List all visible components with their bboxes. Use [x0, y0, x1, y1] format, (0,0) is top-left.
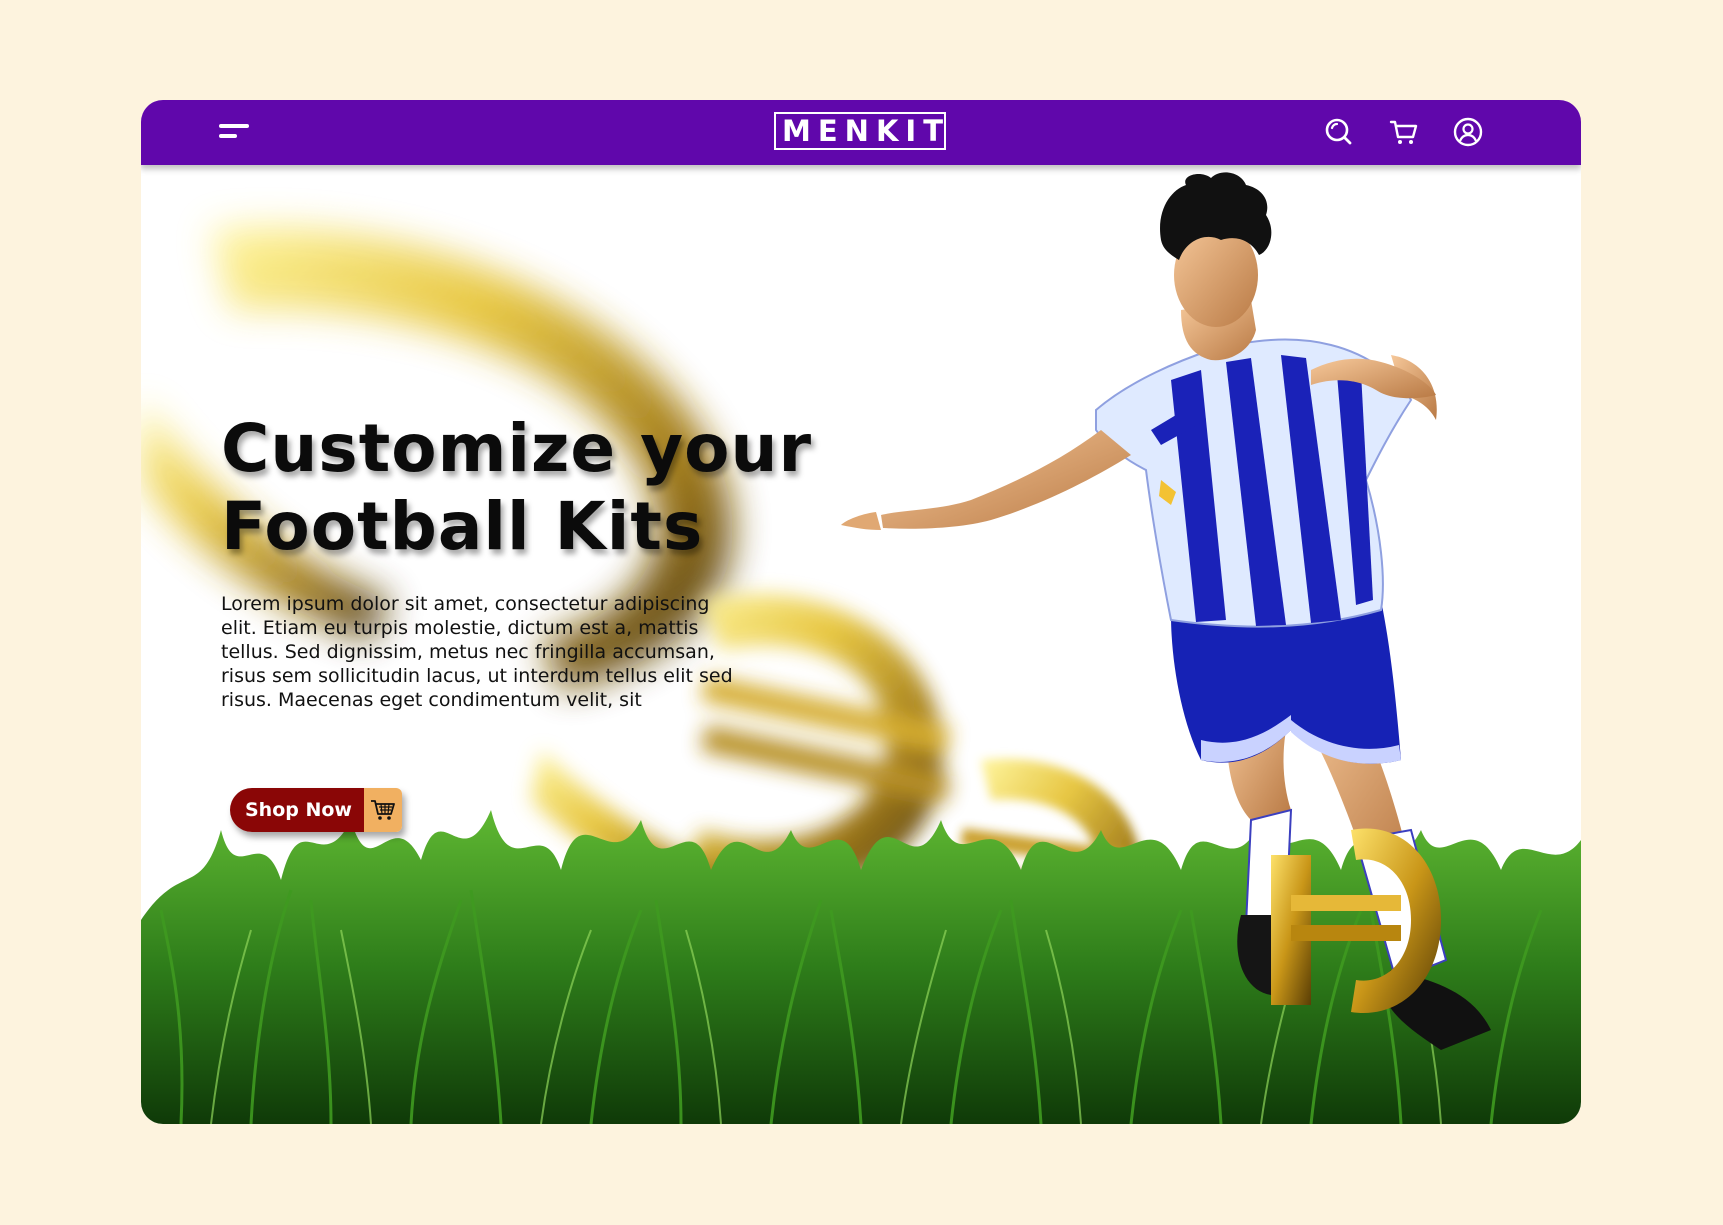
shop-now-label: Shop Now	[230, 788, 364, 832]
top-navbar: MENKIT	[141, 100, 1581, 165]
hero-title-line-2: Football Kits	[221, 488, 704, 565]
hamburger-menu-icon[interactable]	[219, 118, 255, 148]
search-icon[interactable]	[1323, 116, 1355, 148]
landing-page-card: MENKIT Customize your Football Kits Lore…	[141, 100, 1581, 1124]
user-account-icon[interactable]	[1452, 116, 1484, 148]
hero-title-line-1: Customize your	[221, 410, 813, 487]
hero-title: Customize your Football Kits	[221, 410, 812, 566]
shop-now-button[interactable]: Shop Now	[230, 788, 402, 832]
cart-icon[interactable]	[1388, 116, 1420, 148]
hero-description: Lorem ipsum dolor sit amet, consectetur …	[221, 593, 733, 711]
shopping-cart-icon	[364, 788, 402, 832]
brand-logo[interactable]: MENKIT	[774, 112, 946, 150]
